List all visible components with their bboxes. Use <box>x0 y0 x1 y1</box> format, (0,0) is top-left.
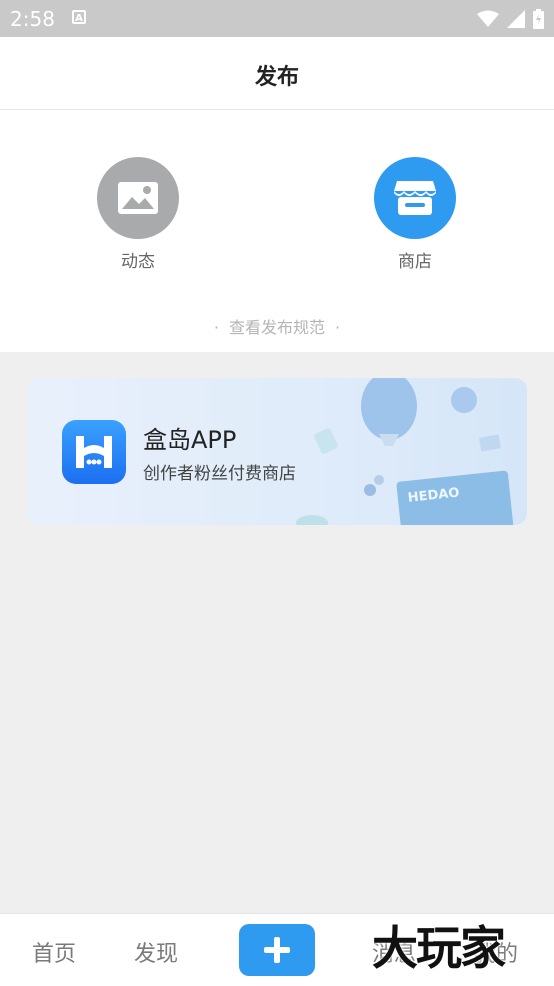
post-option[interactable]: 动态 <box>78 157 198 272</box>
plus-icon <box>264 937 290 963</box>
header: 发布 <box>0 37 554 110</box>
status-bar: 2:58 A <box>0 0 554 37</box>
publish-rules-label: 查看发布规范 <box>228 318 325 337</box>
store-option[interactable]: 商店 <box>355 157 475 272</box>
page-title: 发布 <box>254 65 299 90</box>
wifi-icon <box>477 10 499 27</box>
post-option-label: 动态 <box>121 252 155 272</box>
publish-rules-link[interactable]: · 查看发布规范 · <box>0 314 554 338</box>
status-time: 2:58 <box>10 7 55 31</box>
battery-icon <box>533 9 544 29</box>
watermark: 大玩家 <box>372 921 506 975</box>
store-option-label: 商店 <box>398 252 432 272</box>
hedao-logo-icon <box>62 420 126 484</box>
dot-divider: · <box>213 318 219 337</box>
publish-tab-button[interactable] <box>239 924 315 976</box>
banner-box-label: HEDAO <box>407 485 461 506</box>
tab-home[interactable]: 首页 <box>32 936 76 968</box>
image-icon <box>118 182 158 214</box>
tab-discover[interactable]: 发现 <box>134 936 178 968</box>
store-icon <box>394 181 436 215</box>
signal-icon <box>507 10 525 28</box>
dot-divider: · <box>335 318 341 337</box>
store-option-circle[interactable] <box>374 157 456 239</box>
publish-panel: 动态 商店 · 查看发布规范 · <box>0 110 554 352</box>
post-option-circle[interactable] <box>97 157 179 239</box>
banner-subtitle: 创作者粉丝付费商店 <box>143 464 296 484</box>
hedao-app-banner[interactable]: HEDAO 盒岛APP 创作者粉丝付费商店 <box>27 378 527 525</box>
a-letter-icon: A <box>72 10 86 24</box>
banner-title: 盒岛APP <box>143 426 237 454</box>
status-icons <box>477 9 544 29</box>
